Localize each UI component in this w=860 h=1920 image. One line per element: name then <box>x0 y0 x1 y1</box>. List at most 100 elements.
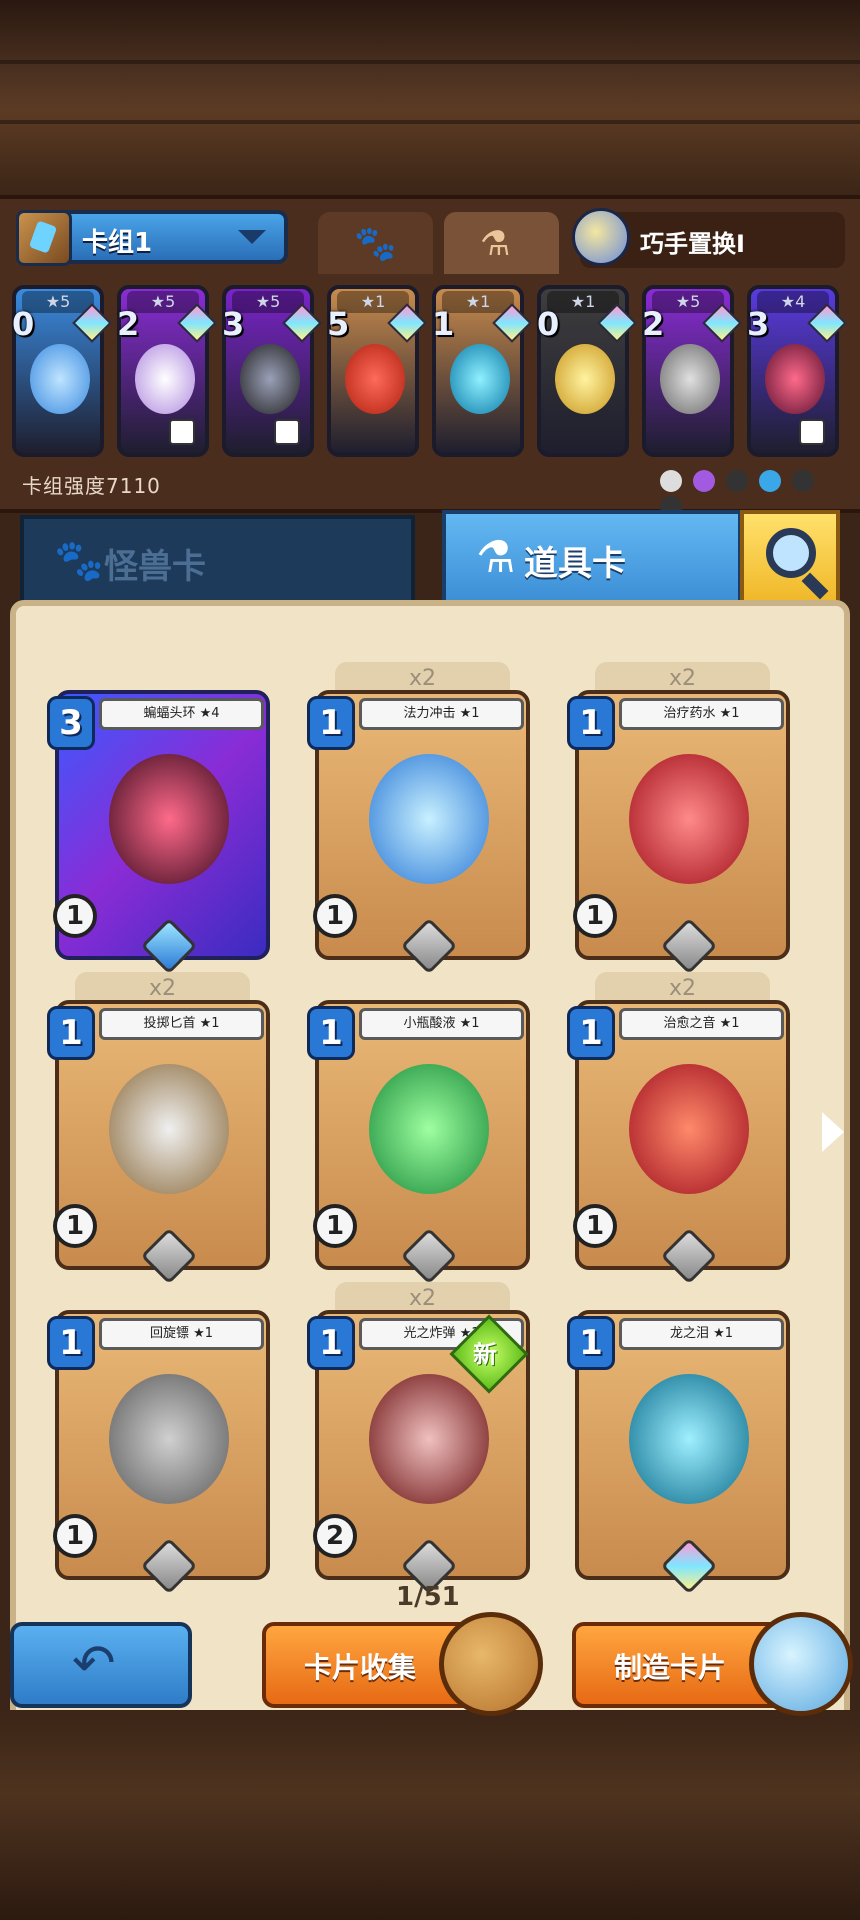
sword-icon <box>135 344 195 414</box>
craft-card-button[interactable]: 制造卡片 <box>572 1612 853 1716</box>
potion-icon: ⚗ <box>480 224 511 264</box>
tab-item-label: 道具卡 <box>524 544 626 584</box>
bat-headband-icon <box>109 754 229 884</box>
card-stat: 1 <box>53 1204 97 1248</box>
back-button[interactable]: ↶ <box>10 1622 192 1708</box>
collection-card[interactable]: x2 治愈之音 ★1 1 1 <box>567 972 790 1290</box>
swap-avatar <box>572 208 630 266</box>
rarity-star-icon <box>140 917 198 975</box>
rarity-hex-icon <box>400 1227 458 1285</box>
acid-flask-icon <box>369 1064 489 1194</box>
card-stat: 1 <box>53 894 97 938</box>
water-element-icon <box>759 470 782 492</box>
card-cost: 1 <box>307 696 355 750</box>
craft-card-label: 制造卡片 <box>614 1651 727 1684</box>
deck-card-count: 2 <box>642 305 665 343</box>
collection-card[interactable]: x2 投掷匕首 ★1 1 1 <box>47 972 270 1290</box>
deck-card[interactable]: ★1 0 <box>537 285 637 457</box>
swap-label: 巧手置换I <box>640 230 745 258</box>
card-cost: 1 <box>47 1316 95 1370</box>
deck-card-count: 3 <box>747 305 770 343</box>
health-potion-icon <box>629 754 749 884</box>
rarity-hex-icon <box>660 1227 718 1285</box>
swap-skill[interactable]: 巧手置换I <box>572 208 845 268</box>
deck-card[interactable]: ★5 0 <box>12 285 112 457</box>
bottom-wood-background <box>0 1710 860 1920</box>
card-stat: 1 <box>313 894 357 938</box>
card-stat: 1 <box>573 1204 617 1248</box>
deck-card[interactable]: ★5 3 <box>222 285 322 457</box>
collection-card[interactable]: 蝙蝠头环 ★4 3 1 <box>47 690 270 980</box>
dagger-icon <box>109 1064 229 1194</box>
collection-card[interactable]: 小瓶酸液 ★1 1 1 <box>307 1000 530 1290</box>
card-stat: 1 <box>313 1204 357 1248</box>
deck-card-row: ★5 0 ★5 2 ★5 3 ★1 5 ★1 1 ★1 0 ★5 2 ★4 3 <box>12 285 848 460</box>
card-cost: 3 <box>47 696 95 750</box>
card-cost: 1 <box>307 1316 355 1370</box>
card-stat: 1 <box>573 894 617 938</box>
helmet-icon <box>240 344 300 414</box>
egg-icon <box>450 344 510 414</box>
rarity-hex-icon <box>660 917 718 975</box>
card-name: 蝙蝠头环 ★4 <box>99 698 264 730</box>
tab-monster-deck[interactable]: 🐾 <box>318 212 433 274</box>
dice-icon <box>799 419 825 445</box>
deck-selector[interactable]: 卡组1 <box>16 210 288 266</box>
neutral-element-icon <box>660 470 682 492</box>
deck-card[interactable]: ★5 2 <box>117 285 217 457</box>
chevron-down-icon <box>238 230 266 244</box>
collection-card[interactable]: 龙之泪 ★1 1 <box>567 1310 790 1600</box>
apple-icon <box>345 344 405 414</box>
bat-headband-icon <box>765 344 825 414</box>
card-name: 回旋镖 ★1 <box>99 1318 264 1350</box>
card-book-icon <box>439 1612 543 1716</box>
card-cost: 1 <box>567 696 615 750</box>
deck-card-count: 1 <box>432 305 455 343</box>
deck-card[interactable]: ★5 2 <box>642 285 742 457</box>
harp-icon <box>629 1064 749 1194</box>
card-collection-button[interactable]: 卡片收集 <box>262 1612 543 1716</box>
rarity-hex-icon <box>400 917 458 975</box>
search-button[interactable] <box>740 510 840 605</box>
coin-icon <box>555 344 615 414</box>
deck-name: 卡组1 <box>82 228 153 258</box>
card-stat: 1 <box>53 1514 97 1558</box>
rarity-hex-icon <box>140 1537 198 1595</box>
back-arrow-icon: ↶ <box>72 1634 116 1694</box>
dark-element-icon <box>726 470 749 492</box>
deck-element-icons <box>660 470 850 518</box>
mask-icon <box>660 344 720 414</box>
tab-item-deck[interactable]: ⚗ <box>444 212 559 274</box>
boomerang-icon <box>109 1374 229 1504</box>
wood-divider <box>0 60 860 64</box>
dragon-tear-egg-icon <box>629 1374 749 1504</box>
deck-card[interactable]: ★1 5 <box>327 285 427 457</box>
collection-card[interactable]: x2 治疗药水 ★1 1 1 <box>567 662 790 980</box>
collection-card[interactable]: 回旋镖 ★1 1 1 <box>47 1310 270 1600</box>
card-cost: 1 <box>47 1006 95 1060</box>
card-name: 投掷匕首 ★1 <box>99 1008 264 1040</box>
dice-icon <box>169 419 195 445</box>
light-bomb-icon <box>369 1374 489 1504</box>
top-wood-background <box>0 0 860 200</box>
card-name: 龙之泪 ★1 <box>619 1318 784 1350</box>
tab-item-cards[interactable]: ⚗ 道具卡 <box>442 510 742 605</box>
deck-card[interactable]: ★1 1 <box>432 285 532 457</box>
card-stat: 2 <box>313 1514 357 1558</box>
collection-card[interactable]: x2 光之炸弹 ★1 1 2 新 <box>307 1282 530 1600</box>
tab-monster-cards[interactable]: 🐾 怪兽卡 <box>20 515 415 605</box>
paw-icon: 🐾 <box>54 538 104 584</box>
card-cost: 1 <box>567 1316 615 1370</box>
winged-potion-icon <box>369 754 489 884</box>
card-name: 法力冲击 ★1 <box>359 698 524 730</box>
wood-divider <box>0 120 860 124</box>
rarity-gem-icon <box>660 1537 718 1595</box>
card-name: 小瓶酸液 ★1 <box>359 1008 524 1040</box>
next-page-arrow[interactable] <box>822 1112 844 1152</box>
deck-card[interactable]: ★4 3 <box>747 285 847 457</box>
deck-card-count: 0 <box>12 305 35 343</box>
collection-card[interactable]: x2 法力冲击 ★1 1 1 <box>307 662 530 980</box>
card-name: 治愈之音 ★1 <box>619 1008 784 1040</box>
deck-card-count: 2 <box>117 305 140 343</box>
card-cost: 1 <box>567 1006 615 1060</box>
